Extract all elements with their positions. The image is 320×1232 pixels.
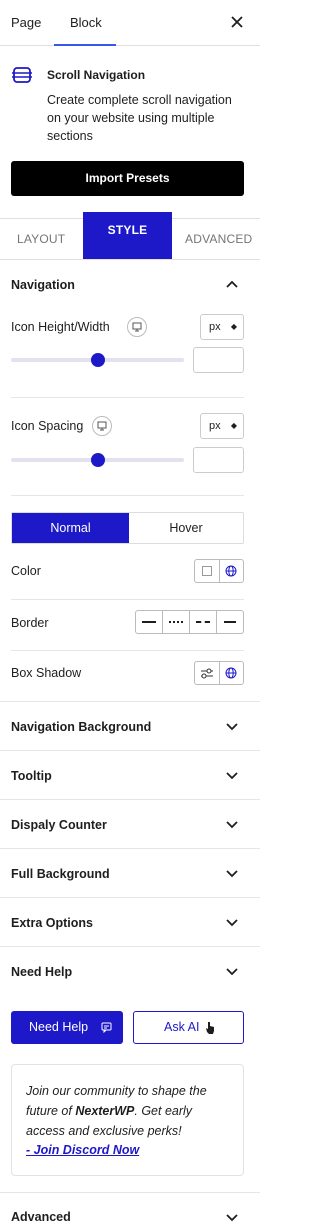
divider <box>11 495 244 496</box>
tab-advanced[interactable]: ADVANCED <box>185 219 252 259</box>
accordion-full-background[interactable]: Full Background <box>11 867 110 881</box>
import-presets-button[interactable]: Import Presets <box>11 161 244 196</box>
border-label: Border <box>11 616 49 630</box>
divider <box>11 650 244 651</box>
accordion-advanced[interactable]: Advanced <box>11 1210 71 1224</box>
chevron-down-icon[interactable] <box>226 1214 238 1222</box>
tab-hover[interactable]: Hover <box>129 513 243 543</box>
chevron-up-icon[interactable] <box>226 280 238 288</box>
divider <box>11 397 244 398</box>
tab-normal[interactable]: Normal <box>12 513 129 543</box>
accordion-extra-options[interactable]: Extra Options <box>11 916 93 930</box>
icon-size-unit-select[interactable]: px ◆ <box>200 314 244 340</box>
community-text: Join our community to shape the future o… <box>26 1084 207 1138</box>
icon-spacing-slider-handle[interactable] <box>90 453 105 467</box>
tab-block[interactable]: Block <box>54 0 116 46</box>
color-label: Color <box>11 564 41 578</box>
chevron-down-icon[interactable] <box>226 968 238 976</box>
navigation-section-title[interactable]: Navigation <box>11 278 75 292</box>
accordion-tooltip[interactable]: Tooltip <box>11 769 52 783</box>
icon-size-slider-handle[interactable] <box>90 353 105 367</box>
icon-spacing-unit-select[interactable]: px ◆ <box>200 413 244 439</box>
divider <box>0 848 260 849</box>
icon-spacing-label: Icon Spacing <box>11 419 84 433</box>
divider <box>0 799 260 800</box>
border-none-icon[interactable] <box>217 611 244 633</box>
select-arrows-icon: ◆ <box>230 322 237 331</box>
box-shadow-label: Box Shadow <box>11 666 82 680</box>
divider <box>0 750 260 751</box>
join-discord-link[interactable]: - Join Discord Now <box>26 1143 139 1157</box>
chevron-down-icon[interactable] <box>226 772 238 780</box>
block-description: Create complete scroll navigation on you… <box>47 93 232 143</box>
chevron-down-icon[interactable] <box>226 870 238 878</box>
border-dotted-icon[interactable] <box>163 611 190 633</box>
block-title: Scroll Navigation <box>47 68 146 82</box>
divider <box>0 1192 260 1193</box>
accordion-display-counter[interactable]: Dispaly Counter <box>11 818 107 832</box>
select-arrows-icon: ◆ <box>230 421 237 430</box>
block-card: Scroll Navigation Create complete scroll… <box>0 46 260 219</box>
divider <box>0 946 260 947</box>
global-color-icon[interactable] <box>220 560 244 582</box>
border-dashed-icon[interactable] <box>190 611 217 633</box>
brand-name: NexterWP <box>75 1104 135 1118</box>
global-color-icon[interactable] <box>220 662 244 684</box>
icon-size-label: Icon Height/Width <box>11 320 110 334</box>
pointer-hand-icon <box>206 1022 214 1034</box>
chat-icon <box>101 1022 112 1033</box>
chevron-down-icon[interactable] <box>226 821 238 829</box>
responsive-desktop-icon[interactable] <box>127 317 147 337</box>
icon-spacing-input[interactable] <box>193 447 244 473</box>
tab-page[interactable]: Page <box>11 0 41 46</box>
state-toggle: Normal Hover <box>11 512 244 544</box>
color-swatch[interactable] <box>195 560 220 582</box>
border-solid-icon[interactable] <box>136 611 163 633</box>
icon-size-input[interactable] <box>193 347 244 373</box>
need-help-button[interactable]: Need Help <box>11 1011 123 1044</box>
accordion-need-help[interactable]: Need Help <box>11 965 72 979</box>
chevron-down-icon[interactable] <box>226 723 238 731</box>
chevron-down-icon[interactable] <box>226 919 238 927</box>
border-style-control <box>135 610 244 634</box>
divider <box>11 599 244 600</box>
community-card: Join our community to shape the future o… <box>11 1064 244 1176</box>
box-shadow-control <box>194 661 244 685</box>
divider <box>0 897 260 898</box>
ask-ai-button[interactable]: Ask AI <box>133 1011 244 1044</box>
settings-tabs: LAYOUT STYLE ADVANCED <box>0 212 260 260</box>
accordion-navigation-background[interactable]: Navigation Background <box>11 720 151 734</box>
tab-style[interactable]: STYLE <box>83 212 172 259</box>
responsive-desktop-icon[interactable] <box>92 416 112 436</box>
divider <box>0 701 260 702</box>
sidebar-tabs: Page Block <box>0 0 260 46</box>
tab-layout[interactable]: LAYOUT <box>17 219 65 259</box>
close-icon[interactable] <box>228 13 246 31</box>
color-control <box>194 559 244 583</box>
scroll-navigation-block-icon <box>12 67 32 83</box>
shadow-settings-icon[interactable] <box>195 662 220 684</box>
